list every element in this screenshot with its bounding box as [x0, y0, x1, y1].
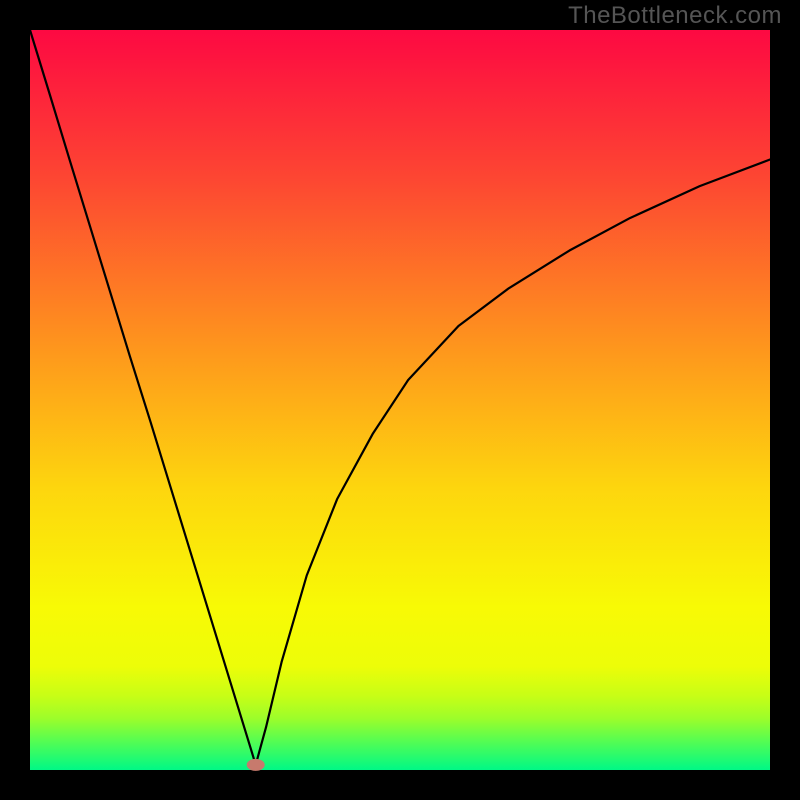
chart-frame: TheBottleneck.com	[0, 0, 800, 800]
watermark-text: TheBottleneck.com	[568, 2, 782, 30]
min-marker	[247, 759, 265, 771]
plot-background	[30, 30, 770, 770]
chart-canvas	[0, 0, 800, 800]
